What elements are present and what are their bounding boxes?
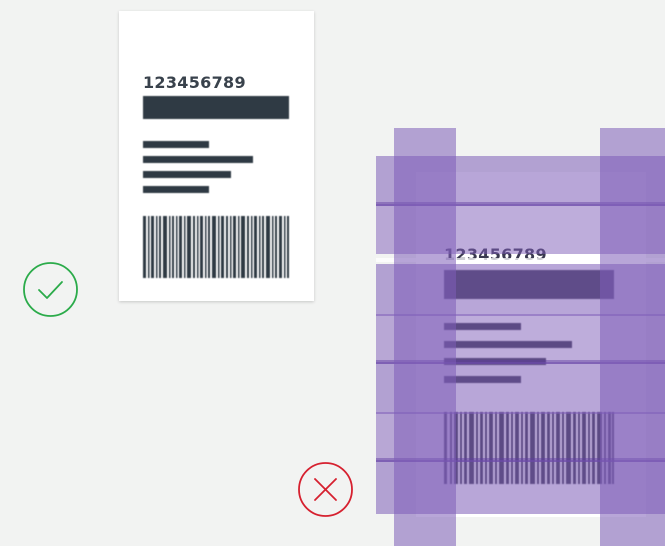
- label-text-line: [143, 141, 209, 148]
- tape-strip-vertical: [394, 128, 456, 546]
- check-circle-icon: [23, 262, 78, 317]
- x-circle-icon: [298, 462, 353, 517]
- label-text-line: [143, 171, 231, 178]
- label-text-line: [143, 186, 209, 193]
- label-address-block: [143, 96, 289, 119]
- label-number: 123456789: [143, 73, 246, 92]
- good-shipping-label: 123456789: [119, 11, 314, 301]
- label-text-line: [143, 156, 253, 163]
- barcode: [143, 216, 289, 278]
- bad-shipping-label-taped: 123456789: [376, 128, 665, 546]
- tape-strip-vertical: [600, 128, 665, 546]
